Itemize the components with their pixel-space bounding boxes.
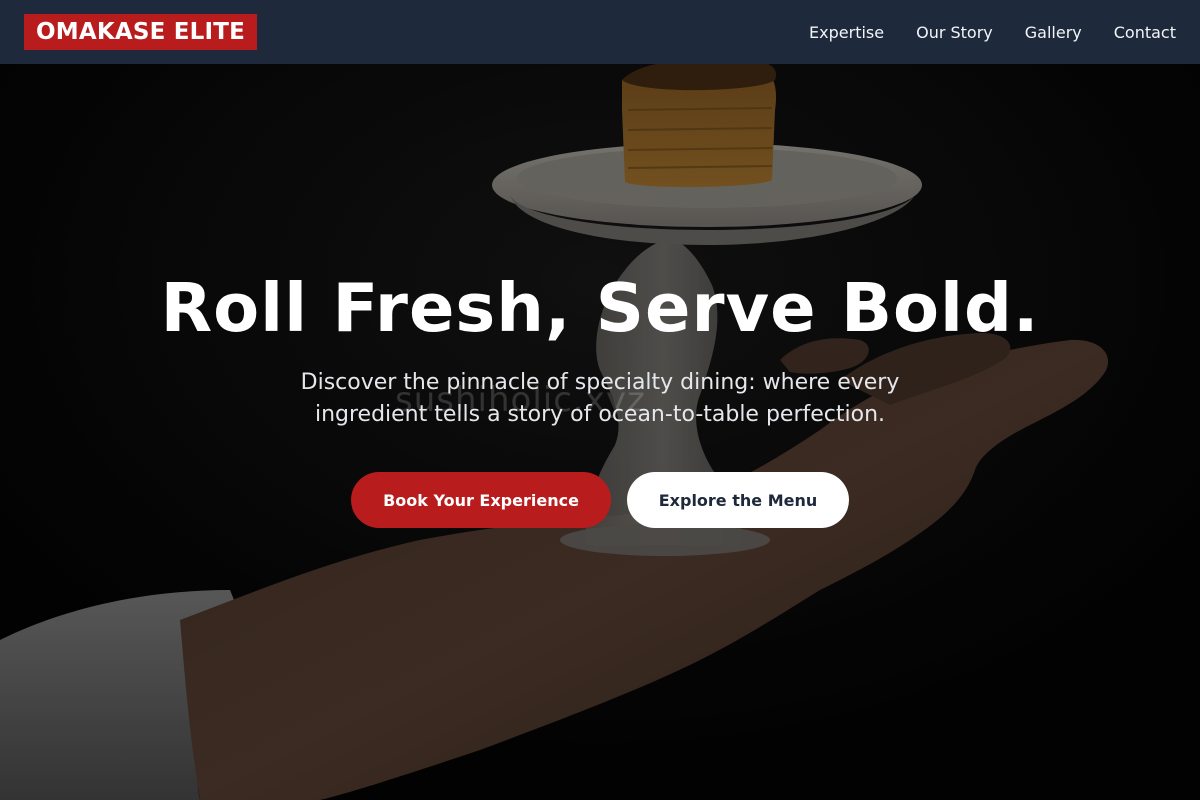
hero-title: Roll Fresh, Serve Bold. [160,269,1040,347]
brand-logo[interactable]: OMAKASE ELITE [24,14,258,50]
landing-page: OMAKASE ELITE Expertise Our Story Galler… [0,0,1200,800]
book-experience-button[interactable]: Book Your Experience [351,472,611,528]
nav-link-gallery[interactable]: Gallery [1025,23,1082,42]
nav-link-expertise[interactable]: Expertise [809,23,884,42]
explore-menu-button[interactable]: Explore the Menu [627,472,849,528]
top-navbar: OMAKASE ELITE Expertise Our Story Galler… [0,0,1200,64]
hero-subtitle: Discover the pinnacle of specialty dinin… [300,370,900,427]
hero-section: sushiholic.xyz Roll Fresh, Serve Bold. D… [0,0,1200,800]
nav-link-contact[interactable]: Contact [1114,23,1176,42]
nav-links: Expertise Our Story Gallery Contact [809,0,1176,64]
nav-link-our-story[interactable]: Our Story [916,23,993,42]
